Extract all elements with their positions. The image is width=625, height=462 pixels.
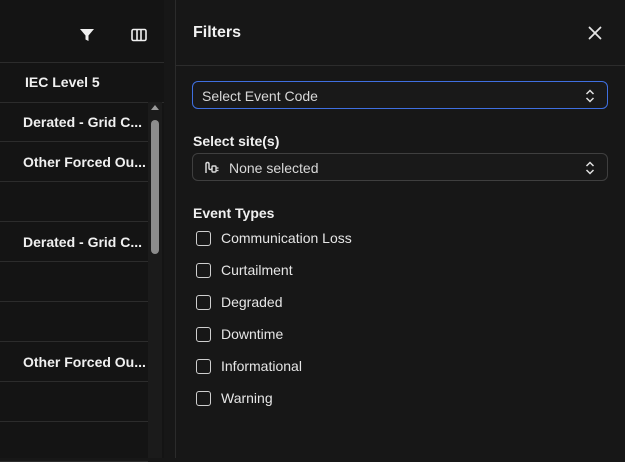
scroll-thumb[interactable] — [151, 120, 159, 254]
table-row[interactable]: Other Forced Ou... — [0, 142, 148, 182]
table-cell: Other Forced Ou... — [23, 354, 146, 370]
table-row[interactable] — [0, 382, 148, 422]
select-sites-label: Select site(s) — [193, 133, 280, 149]
chevron-up-down-icon — [585, 161, 595, 175]
checkbox-label: Downtime — [221, 326, 284, 342]
event-type-communication-loss[interactable]: Communication Loss — [196, 229, 352, 247]
checkbox-label: Informational — [221, 358, 302, 374]
table-cell: Other Forced Ou... — [23, 154, 146, 170]
table-row[interactable] — [0, 262, 148, 302]
event-type-curtailment[interactable]: Curtailment — [196, 261, 293, 279]
site-select-value: None selected — [229, 160, 319, 176]
close-button[interactable] — [585, 23, 605, 43]
event-code-select-value: Select Event Code — [202, 88, 318, 104]
table-cell: Derated - Grid C... — [23, 234, 143, 250]
checkbox[interactable] — [196, 326, 211, 342]
event-type-informational[interactable]: Informational — [196, 357, 302, 375]
table-cell: Derated - Grid C... — [23, 114, 143, 130]
event-types-label: Event Types — [193, 205, 275, 221]
column-header-iec-level-5[interactable]: IEC Level 5 — [0, 62, 164, 103]
filter-button[interactable] — [76, 24, 98, 46]
columns-button[interactable] — [128, 24, 150, 46]
checkbox[interactable] — [196, 358, 211, 374]
event-type-downtime[interactable]: Downtime — [196, 325, 283, 343]
column-header-label: IEC Level 5 — [25, 74, 100, 90]
data-grid: IEC Level 5 Derated - Grid C... Other Fo… — [0, 0, 164, 462]
site-plug-icon — [205, 161, 219, 173]
grid-toolbar — [0, 0, 164, 63]
close-icon — [588, 26, 602, 40]
checkbox[interactable] — [196, 390, 211, 406]
filters-panel: Filters Select Event Code Select site(s)… — [175, 0, 625, 458]
panel-title: Filters — [193, 24, 242, 41]
table-row[interactable] — [0, 422, 148, 462]
vertical-scrollbar[interactable] — [148, 102, 162, 458]
site-select[interactable]: None selected — [192, 153, 608, 181]
columns-icon — [131, 28, 147, 42]
filters-panel-header: Filters — [176, 0, 625, 66]
event-code-select[interactable]: Select Event Code — [192, 81, 608, 109]
chevron-up-down-icon — [585, 89, 595, 103]
grid-rows: Derated - Grid C... Other Forced Ou... D… — [0, 102, 148, 462]
table-row[interactable] — [0, 302, 148, 342]
filter-icon — [80, 29, 94, 41]
scroll-up-arrow-icon[interactable] — [151, 105, 159, 110]
table-row[interactable]: Derated - Grid C... — [0, 222, 148, 262]
event-type-degraded[interactable]: Degraded — [196, 293, 283, 311]
checkbox-label: Curtailment — [221, 262, 293, 278]
table-row[interactable] — [0, 182, 148, 222]
table-row[interactable]: Other Forced Ou... — [0, 342, 148, 382]
checkbox-label: Degraded — [221, 294, 283, 310]
checkbox-label: Communication Loss — [221, 230, 352, 246]
checkbox[interactable] — [196, 262, 211, 278]
checkbox[interactable] — [196, 294, 211, 310]
table-row[interactable]: Derated - Grid C... — [0, 102, 148, 142]
checkbox-label: Warning — [221, 390, 273, 406]
event-type-warning[interactable]: Warning — [196, 389, 273, 407]
checkbox[interactable] — [196, 230, 211, 246]
